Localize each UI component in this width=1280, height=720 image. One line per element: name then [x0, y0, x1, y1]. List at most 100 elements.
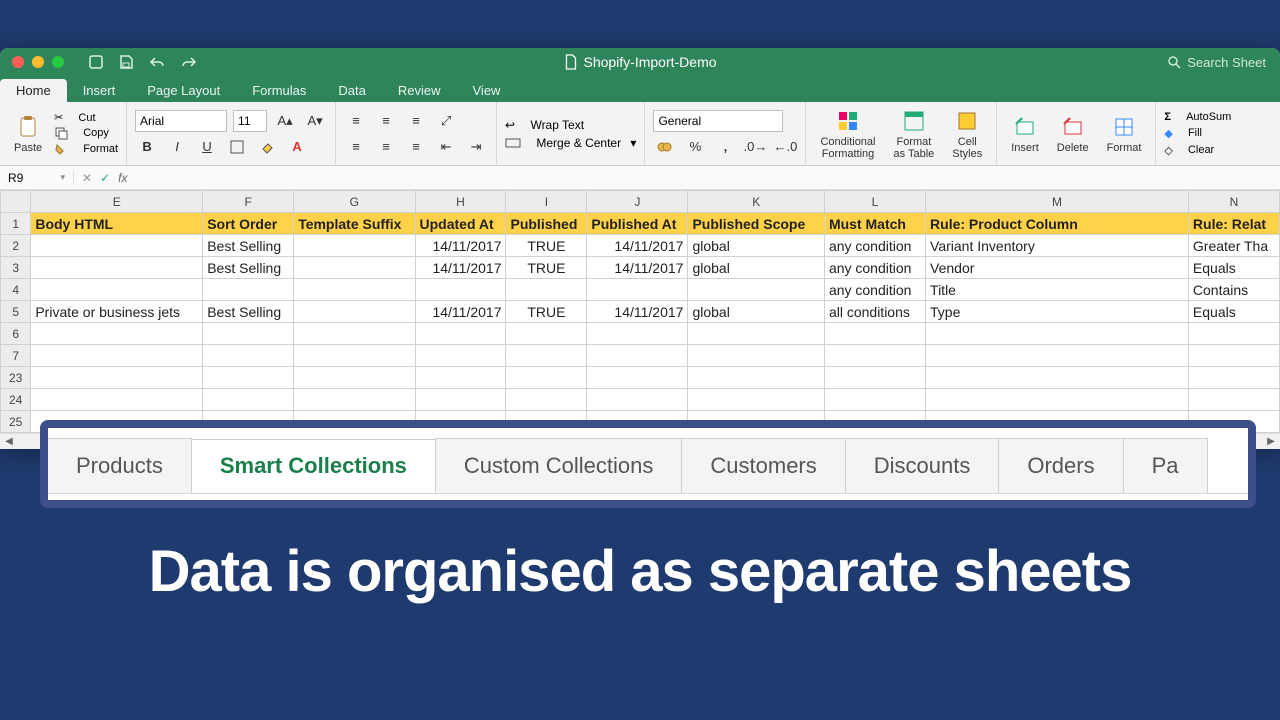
cell[interactable]: any condition [824, 279, 925, 301]
decrease-font-icon[interactable]: A▾ [303, 110, 327, 132]
cell[interactable] [415, 389, 506, 411]
format-button[interactable]: Format [1101, 112, 1148, 156]
align-top-icon[interactable]: ≡ [344, 110, 368, 132]
font-size-select[interactable] [233, 110, 267, 132]
minimize-icon[interactable] [32, 56, 44, 68]
cell[interactable] [824, 345, 925, 367]
cell[interactable] [294, 301, 415, 323]
column-header[interactable]: H [415, 191, 506, 213]
tab-formulas[interactable]: Formulas [236, 79, 322, 102]
sheet-tab-products[interactable]: Products [48, 438, 192, 493]
cell[interactable] [203, 279, 294, 301]
bold-button[interactable]: B [135, 136, 159, 158]
enter-icon[interactable]: ✓ [100, 171, 110, 185]
cell[interactable] [587, 367, 688, 389]
cell[interactable] [31, 367, 203, 389]
row-header[interactable]: 25 [1, 411, 31, 433]
cell[interactable] [31, 345, 203, 367]
header-cell[interactable]: Published Scope [688, 213, 824, 235]
cell[interactable] [587, 323, 688, 345]
cell[interactable] [203, 367, 294, 389]
spreadsheet-grid[interactable]: EFGHIJKLMN1Body HTMLSort OrderTemplate S… [0, 190, 1280, 449]
cell[interactable] [688, 367, 824, 389]
cell[interactable] [1188, 345, 1279, 367]
cell[interactable]: global [688, 301, 824, 323]
cell[interactable] [506, 367, 587, 389]
row-header[interactable]: 23 [1, 367, 31, 389]
sheet-tab-customers[interactable]: Customers [681, 438, 845, 493]
cell[interactable]: any condition [824, 235, 925, 257]
cell[interactable] [31, 235, 203, 257]
cell[interactable] [31, 389, 203, 411]
cell[interactable]: any condition [824, 257, 925, 279]
cell[interactable]: Equals [1188, 301, 1279, 323]
column-header[interactable]: N [1188, 191, 1279, 213]
italic-button[interactable]: I [165, 136, 189, 158]
cell[interactable] [294, 345, 415, 367]
cell[interactable]: Best Selling [203, 235, 294, 257]
cell[interactable]: Equals [1188, 257, 1279, 279]
cell[interactable]: 14/11/2017 [587, 301, 688, 323]
align-bottom-icon[interactable]: ≡ [404, 110, 428, 132]
align-left-icon[interactable]: ≡ [344, 136, 368, 158]
row-header[interactable]: 6 [1, 323, 31, 345]
increase-decimal-icon[interactable]: .0→ [743, 136, 767, 158]
autosum-button[interactable]: Σ AutoSum [1164, 111, 1231, 123]
zoom-icon[interactable] [52, 56, 64, 68]
cell[interactable] [587, 279, 688, 301]
cell[interactable] [415, 323, 506, 345]
font-name-select[interactable] [135, 110, 227, 132]
increase-font-icon[interactable]: A▴ [273, 110, 297, 132]
cell[interactable]: TRUE [506, 301, 587, 323]
paste-button[interactable]: Paste [8, 112, 48, 156]
delete-button[interactable]: Delete [1051, 112, 1095, 156]
header-cell[interactable]: Sort Order [203, 213, 294, 235]
cell[interactable]: 14/11/2017 [415, 301, 506, 323]
close-icon[interactable] [12, 56, 24, 68]
orientation-icon[interactable]: ⤢ [434, 110, 458, 132]
cell[interactable] [926, 367, 1189, 389]
comma-icon[interactable]: , [713, 136, 737, 158]
increase-indent-icon[interactable]: ⇥ [464, 136, 488, 158]
cell[interactable] [506, 323, 587, 345]
cut-button[interactable]: ✂ Cut [54, 111, 118, 124]
merge-center-button[interactable]: Merge & Center ▾ [505, 136, 636, 150]
header-cell[interactable]: Rule: Relat [1188, 213, 1279, 235]
cell[interactable] [824, 389, 925, 411]
sheet-tab-pa[interactable]: Pa [1123, 438, 1208, 493]
cancel-icon[interactable]: ✕ [82, 171, 92, 185]
cell[interactable] [203, 389, 294, 411]
decrease-decimal-icon[interactable]: ←.0 [773, 136, 797, 158]
cell[interactable] [294, 279, 415, 301]
cell[interactable] [31, 323, 203, 345]
row-header[interactable]: 2 [1, 235, 31, 257]
cell[interactable]: Best Selling [203, 301, 294, 323]
row-header[interactable]: 5 [1, 301, 31, 323]
cell[interactable] [31, 257, 203, 279]
row-header[interactable]: 7 [1, 345, 31, 367]
cell[interactable]: Greater Tha [1188, 235, 1279, 257]
column-header[interactable]: K [688, 191, 824, 213]
cell[interactable] [1188, 323, 1279, 345]
header-cell[interactable]: Published [506, 213, 587, 235]
cell[interactable]: all conditions [824, 301, 925, 323]
cell[interactable] [688, 279, 824, 301]
cell[interactable] [1188, 367, 1279, 389]
cell[interactable]: Vendor [926, 257, 1189, 279]
cell[interactable]: Contains [1188, 279, 1279, 301]
fx-icon[interactable]: fx [118, 171, 127, 185]
cell[interactable] [415, 367, 506, 389]
cell[interactable]: global [688, 235, 824, 257]
tab-data[interactable]: Data [322, 79, 381, 102]
row-header[interactable]: 4 [1, 279, 31, 301]
column-header[interactable]: M [926, 191, 1189, 213]
format-painter-button[interactable]: Format [54, 142, 118, 156]
header-cell[interactable]: Published At [587, 213, 688, 235]
border-button[interactable] [225, 136, 249, 158]
tab-view[interactable]: View [457, 79, 517, 102]
row-header[interactable]: 24 [1, 389, 31, 411]
column-header[interactable]: I [506, 191, 587, 213]
cell[interactable] [294, 323, 415, 345]
tab-page-layout[interactable]: Page Layout [131, 79, 236, 102]
cell[interactable] [506, 389, 587, 411]
